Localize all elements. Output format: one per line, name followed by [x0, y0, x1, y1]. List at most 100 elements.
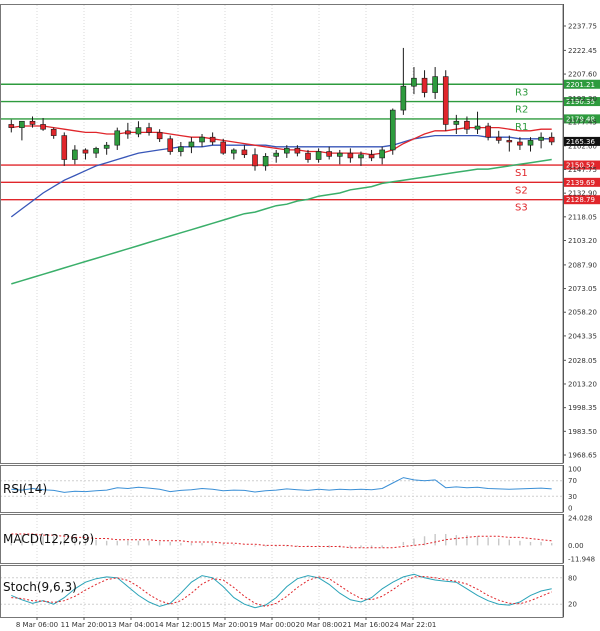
candle-bull — [358, 154, 364, 159]
candle-bear — [8, 124, 15, 128]
candle-bear — [156, 132, 163, 140]
candle-bear — [241, 149, 248, 156]
price-tick-label: 2132.90 — [568, 190, 597, 198]
x-tick-label: 13 Mar 04:00 — [108, 621, 155, 629]
price-tick-label: 1998.35 — [568, 404, 597, 412]
rsi-panel: 100 70 30 0 RSI(14) — [0, 466, 581, 513]
rsi-tick-label: 0 — [568, 505, 572, 513]
level-label-s1: S1 — [515, 168, 528, 179]
candle-bull — [432, 76, 438, 93]
x-tick-label: 11 Mar 20:00 — [61, 621, 108, 629]
price-tick-label: 2222.45 — [568, 47, 597, 55]
current-price-text: 2165.36 — [566, 138, 595, 146]
candle-bull — [273, 152, 280, 157]
level-badge-text-s2: 2139.69 — [566, 179, 595, 187]
x-tick-label: 14 Mar 12:00 — [155, 621, 202, 629]
rsi-tick-label: 30 — [568, 493, 577, 501]
candle-bull — [411, 77, 417, 87]
level-label-s2: S2 — [515, 185, 528, 196]
x-tick-label: 21 Mar 16:00 — [343, 621, 390, 629]
price-tick-label: 2028.05 — [568, 357, 597, 365]
candle-bull — [453, 120, 460, 125]
candle-bull — [19, 120, 25, 128]
price-tick-label: 2177.45 — [568, 119, 597, 127]
candle-bear — [442, 76, 449, 125]
candle-bear — [125, 130, 131, 135]
candle-bear — [61, 135, 68, 160]
macd-tick-label: 0.00 — [568, 542, 584, 550]
x-tick-label: 15 Mar 20:00 — [202, 621, 249, 629]
price-tick-label: 2237.75 — [568, 23, 597, 31]
candle-bear — [548, 136, 555, 143]
x-tick-label: 19 Mar 00:00 — [249, 621, 296, 629]
pane-border-price — [0, 4, 564, 464]
candle-bull — [262, 156, 269, 167]
price-tick-label: 2043.35 — [568, 332, 597, 340]
candle-bull — [103, 144, 110, 149]
candle-bear — [368, 154, 375, 159]
price-tick-label: 2103.20 — [568, 237, 597, 245]
rsi-tick-label: 70 — [568, 477, 577, 485]
stoch-panel: 80 20 Stoch(9,6,3) — [0, 573, 577, 609]
price-tick-label: 1968.65 — [568, 452, 597, 460]
candle-bear — [29, 120, 36, 125]
x-tick-label: 24 Mar 22:01 — [390, 621, 437, 629]
x-tick-label: 20 Mar 08:00 — [296, 621, 343, 629]
candle-bull — [93, 148, 99, 154]
price-tick-label: 2087.90 — [568, 261, 597, 269]
candle-bull — [283, 148, 290, 154]
candle-bull — [538, 136, 544, 141]
price-tick-label: 2013.20 — [568, 380, 597, 388]
candle-bear — [485, 125, 491, 138]
candle-bull — [336, 152, 343, 157]
candle-bull — [199, 136, 205, 143]
stoch-tick-label: 80 — [568, 574, 577, 582]
candle-bear — [347, 152, 354, 159]
macd-panel: 24.028 0.00 -11.948 MACD(12,26,9) — [3, 515, 595, 564]
price-tick-label: 2058.20 — [568, 309, 597, 317]
candle-bull — [527, 140, 534, 146]
macd-tick-label: -11.948 — [568, 556, 595, 564]
moving-averages — [10, 125, 552, 285]
candle-bear — [517, 141, 523, 146]
candle-bear — [252, 154, 258, 167]
candle-bull — [474, 125, 481, 130]
candle-bull — [72, 149, 78, 160]
candle-bear — [326, 151, 332, 157]
candle-bear — [209, 136, 216, 143]
stoch-tick-label: 20 — [568, 601, 577, 609]
stoch-k-line — [11, 573, 552, 609]
price-candles — [8, 47, 555, 171]
candle-bear — [146, 127, 152, 133]
rsi-line — [11, 477, 552, 493]
candle-bull — [231, 149, 237, 154]
level-label-r2: R2 — [515, 105, 528, 116]
candle-bull — [400, 85, 407, 111]
candle-bear — [167, 138, 174, 152]
stoch-title: Stoch(9,6,3) — [3, 580, 77, 594]
candle-bear — [294, 148, 301, 154]
price-tick-label: 2073.05 — [568, 285, 597, 293]
candle-bear — [82, 149, 89, 154]
candle-bear — [495, 136, 502, 141]
grid-lines — [36, 5, 414, 616]
ma-slow-line — [11, 158, 552, 285]
candle-bear — [40, 124, 46, 130]
candle-bear — [220, 141, 227, 154]
rsi-tick-label: 100 — [568, 466, 581, 474]
chart-canvas: R32201.21R22190.35R12179.48S12150.52S221… — [0, 4, 600, 629]
macd-title: MACD(12,26,9) — [3, 532, 94, 546]
level-badge-text-r3: 2201.21 — [566, 81, 595, 89]
candle-bull — [178, 146, 184, 152]
ma-fast-line — [11, 125, 552, 156]
candle-bull — [114, 130, 121, 146]
candle-bear — [421, 77, 428, 93]
rsi-title: RSI(14) — [3, 482, 47, 496]
candle-bear — [506, 140, 513, 143]
macd-tick-label: 24.028 — [568, 515, 593, 523]
price-tick-label: 2118.05 — [568, 213, 597, 221]
price-tick-label: 2207.60 — [568, 71, 597, 79]
x-tick-label: 8 Mar 06:00 — [16, 621, 58, 629]
price-tick-label: 2192.30 — [568, 95, 597, 103]
candle-bull — [135, 127, 142, 135]
